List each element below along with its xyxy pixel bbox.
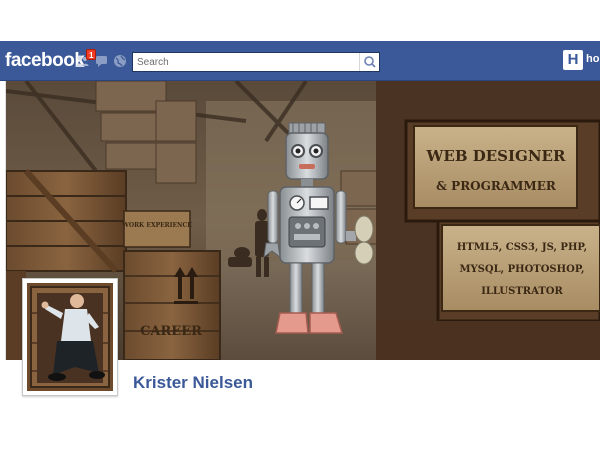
profile-name[interactable]: Krister Nielsen: [133, 373, 253, 393]
profile-photo-image: [27, 283, 113, 391]
profile-avatar-icon[interactable]: H: [563, 50, 583, 70]
search-icon: [364, 56, 376, 68]
top-navigation-bar: facebook 1 H hor: [0, 41, 600, 81]
web-designer-sign: WEB DESIGNER & PROGRAMMER: [413, 125, 578, 209]
skills-line-1: HTML5, CSS3, JS, PHP,: [457, 242, 587, 253]
messages-icon[interactable]: [95, 54, 109, 68]
sign-subtitle: & PROGRAMMER: [436, 179, 557, 193]
career-crate-label: CAREER: [140, 324, 202, 339]
sign-title: WEB DESIGNER: [426, 147, 566, 165]
search-input[interactable]: [133, 53, 359, 71]
search-box: [132, 52, 380, 72]
home-link[interactable]: hor: [586, 53, 600, 65]
facebook-logo[interactable]: facebook: [5, 50, 85, 72]
profile-picture[interactable]: [22, 278, 118, 396]
skills-sign: HTML5, CSS3, JS, PHP, MYSQL, PHOTOSHOP, …: [441, 224, 600, 312]
skills-line-2: MYSQL, PHOTOSHOP,: [459, 264, 584, 275]
notifications-globe-icon[interactable]: [113, 54, 127, 68]
search-button[interactable]: [359, 53, 379, 71]
small-crate-label: WORK EXPERIENCE: [121, 222, 192, 229]
skills-line-3: ILLUSTRATOR: [481, 286, 563, 297]
